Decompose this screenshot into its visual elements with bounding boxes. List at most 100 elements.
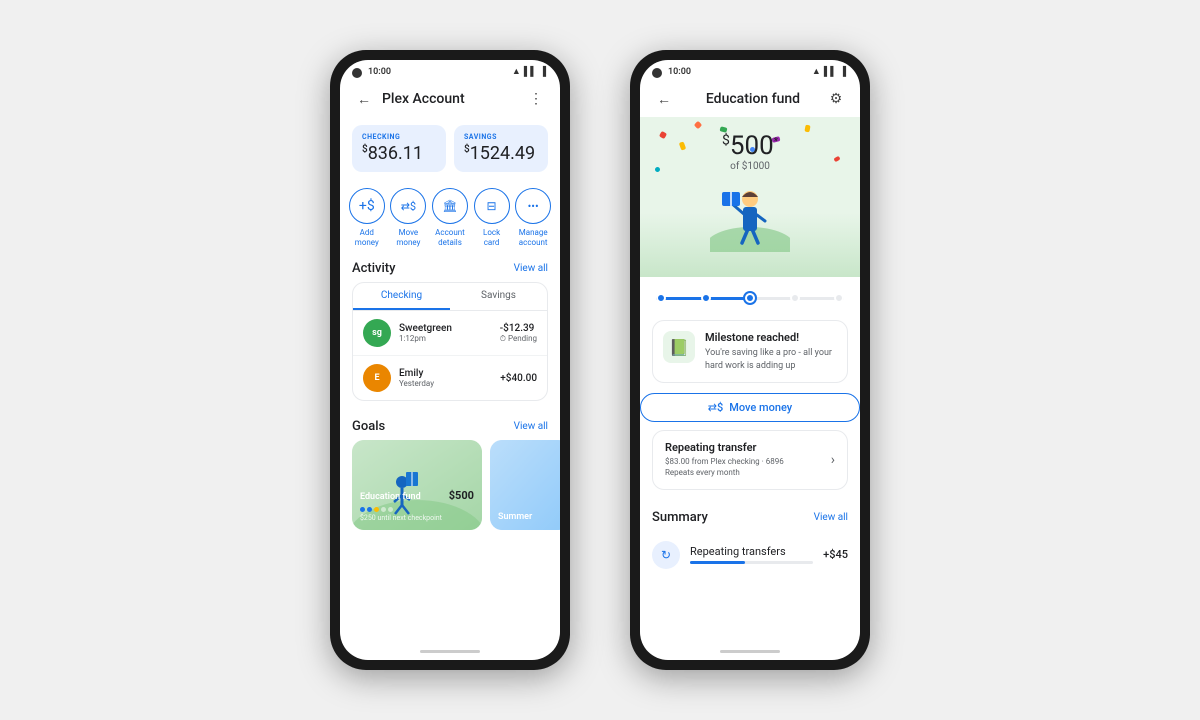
milestone-title: Milestone reached! — [705, 331, 837, 344]
app-bar-2: ← Education fund ⚙ — [640, 81, 860, 117]
chevron-right-icon: › — [831, 452, 835, 468]
phone-2: 10:00 ▲ ▌▌ ▐ ← Education fund ⚙ — [630, 50, 870, 670]
activity-tabs: Checking Savings — [353, 283, 547, 311]
checking-card: CHECKING $836.11 — [352, 125, 446, 172]
settings-button[interactable]: ⚙ — [824, 87, 848, 111]
app-title-2: Education fund — [682, 91, 824, 107]
savings-label: SAVINGS — [464, 133, 538, 141]
status-time-1: 10:00 — [368, 67, 391, 77]
add-money-icon: +$ — [349, 188, 385, 224]
trans-amount-emily: +$40.00 — [500, 373, 537, 384]
avatar-emily: E — [363, 364, 391, 392]
phone-2-screen: 10:00 ▲ ▌▌ ▐ ← Education fund ⚙ — [640, 60, 860, 660]
track-dot-1 — [656, 293, 666, 303]
status-bar-2: 10:00 ▲ ▌▌ ▐ — [640, 60, 860, 81]
hero-illustration — [650, 172, 850, 252]
trans-name-sweetgreen: Sweetgreen — [399, 323, 492, 334]
move-money-button[interactable]: ⇄$ Move money — [640, 393, 860, 422]
goal-education-fund[interactable]: Education fund $500 $250 until next chec… — [352, 440, 482, 530]
back-button-1[interactable]: ← — [352, 87, 376, 111]
track-dot-4 — [790, 293, 800, 303]
milestone-card: 📗 Milestone reached! You're saving like … — [652, 320, 848, 383]
back-button-2[interactable]: ← — [652, 87, 676, 111]
signal-icon: ▌▌ — [524, 66, 537, 77]
goal-summer[interactable]: Summer — [490, 440, 560, 530]
savings-amount: $1524.49 — [464, 143, 538, 164]
hero-amount: $500* of $1000 — [650, 127, 850, 172]
screen-content-1: CHECKING $836.11 SAVINGS $1524.49 — [340, 117, 560, 642]
status-icons-1: ▲ ▌▌ ▐ — [512, 66, 546, 77]
goals-view-all[interactable]: View all — [514, 421, 548, 432]
activity-title: Activity — [352, 261, 396, 276]
lock-card-action[interactable]: ⊟ Lockcard — [474, 188, 510, 247]
goals-title: Goals — [352, 419, 385, 434]
track-dot-3 — [745, 293, 755, 303]
page-wrapper: 10:00 ▲ ▌▌ ▐ ← Plex Account ⋮ CHECKING — [0, 0, 1200, 720]
goal-name-summer: Summer — [498, 512, 532, 522]
activity-card: Checking Savings sg Sweetgreen 1:12pm -$… — [352, 282, 548, 401]
quick-actions: +$ Addmoney ⇄$ Movemoney 🏛 Accountdetail… — [340, 180, 560, 251]
summary-row: ↻ Repeating transfers +$45 — [652, 535, 848, 575]
milestone-icon: 📗 — [663, 331, 695, 363]
account-details-icon: 🏛 — [432, 188, 468, 224]
track-line — [656, 297, 844, 300]
summary-view-all[interactable]: View all — [814, 512, 848, 523]
move-money-label: Movemoney — [396, 228, 420, 247]
more-options-button-1[interactable]: ⋮ — [524, 87, 548, 111]
tab-checking[interactable]: Checking — [353, 283, 450, 310]
goal-progress-education: $250 until next checkpoint — [360, 507, 474, 522]
transfer-sub1: $83.00 from Plex checking · 6896 — [665, 456, 784, 467]
hero-big-amount-value: $500* — [650, 131, 850, 161]
lock-card-icon: ⊟ — [474, 188, 510, 224]
summary-section-header: Summary View all — [640, 500, 860, 531]
add-money-action[interactable]: +$ Addmoney — [349, 188, 385, 247]
education-hero: $500* of $1000 — [640, 117, 860, 277]
activity-view-all[interactable]: View all — [514, 263, 548, 274]
transfer-card[interactable]: Repeating transfer $83.00 from Plex chec… — [652, 430, 848, 489]
trans-amount-sweetgreen: -$12.39 ⏱ Pending — [500, 323, 537, 344]
status-icons-2: ▲ ▌▌ ▐ — [812, 66, 846, 77]
account-details-action[interactable]: 🏛 Accountdetails — [432, 188, 468, 247]
summary-title: Summary — [652, 510, 708, 525]
trans-time-emily: Yesterday — [399, 379, 492, 388]
summary-label: Repeating transfers — [690, 545, 813, 558]
goals-section-header: Goals View all — [340, 409, 560, 440]
home-indicator-1 — [340, 642, 560, 660]
wifi-icon: ▲ — [512, 66, 521, 77]
move-money-icon-2: ⇄$ — [708, 401, 723, 414]
goal-name-education: Education fund — [360, 492, 421, 502]
phone-1-screen: 10:00 ▲ ▌▌ ▐ ← Plex Account ⋮ CHECKING — [340, 60, 560, 660]
battery-icon: ▐ — [540, 66, 546, 77]
summary-icon: ↻ — [652, 541, 680, 569]
home-indicator-2 — [640, 642, 860, 660]
screen-content-2: $500* of $1000 — [640, 117, 860, 642]
checking-amount: $836.11 — [362, 143, 436, 164]
transfer-info: Repeating transfer $83.00 from Plex chec… — [665, 441, 784, 478]
move-money-action[interactable]: ⇄$ Movemoney — [390, 188, 426, 247]
manage-account-label: Manageaccount — [519, 228, 548, 247]
milestone-desc: You're saving like a pro - all your hard… — [705, 347, 837, 372]
signal-icon-2: ▌▌ — [824, 66, 837, 77]
camera-dot — [352, 68, 362, 78]
trans-status-sweetgreen: ⏱ Pending — [500, 334, 537, 344]
tab-savings[interactable]: Savings — [450, 283, 547, 310]
balance-cards: CHECKING $836.11 SAVINGS $1524.49 — [340, 117, 560, 180]
app-title-1: Plex Account — [382, 91, 524, 107]
track-dot-2 — [701, 293, 711, 303]
goals-scroll: Education fund $500 $250 until next chec… — [340, 440, 560, 542]
trans-time-sweetgreen: 1:12pm — [399, 334, 492, 343]
trans-amount-value-sweetgreen: -$12.39 — [500, 323, 537, 334]
wifi-icon-2: ▲ — [812, 66, 821, 77]
savings-card: SAVINGS $1524.49 — [454, 125, 548, 172]
person-illustration — [710, 167, 790, 252]
track-dot-5 — [834, 293, 844, 303]
summary-info: Repeating transfers — [690, 545, 813, 564]
avatar-sweetgreen: sg — [363, 319, 391, 347]
summary-progress-fill — [690, 561, 745, 564]
track-dots — [656, 293, 844, 303]
status-time-2: 10:00 — [668, 67, 691, 77]
lock-card-label: Lockcard — [483, 228, 500, 247]
milestone-text: Milestone reached! You're saving like a … — [705, 331, 837, 372]
manage-account-action[interactable]: ••• Manageaccount — [515, 188, 551, 247]
goal-amount-education: $500 — [449, 489, 474, 502]
